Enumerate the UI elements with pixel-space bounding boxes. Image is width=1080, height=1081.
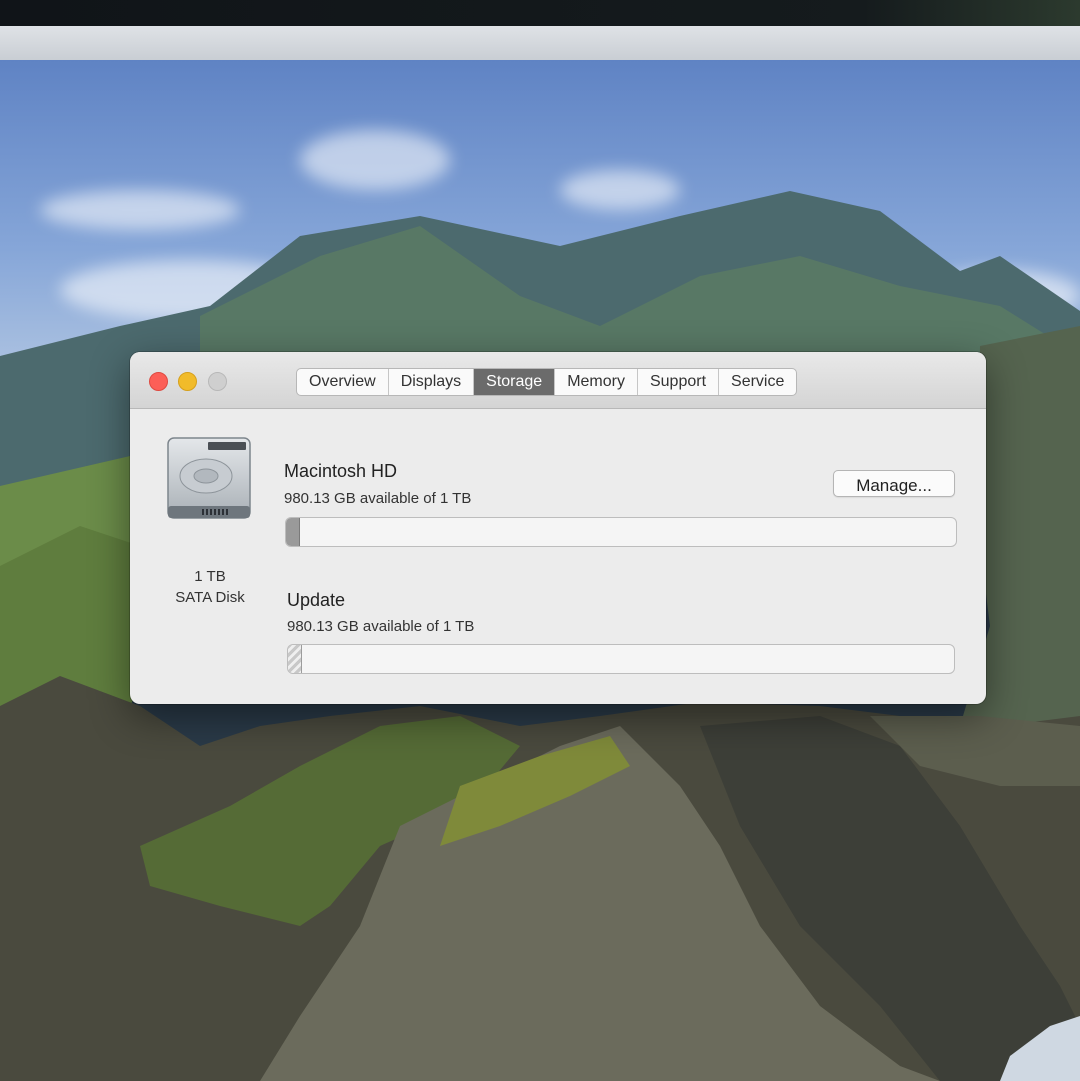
storage-usage-bar — [287, 644, 955, 674]
storage-usage-bar — [285, 517, 957, 547]
volume-availability: 980.13 GB available of 1 TB — [284, 490, 472, 507]
hard-disk-icon — [167, 437, 251, 519]
volume-name: Macintosh HD — [284, 461, 398, 481]
close-button[interactable] — [149, 372, 168, 391]
storage-pane: 1 TB SATA Disk Macintosh HD 980.13 GB av… — [130, 409, 986, 704]
tab-storage[interactable]: Storage — [474, 369, 556, 395]
minimize-button[interactable] — [178, 372, 197, 391]
tab-support[interactable]: Support — [638, 369, 720, 395]
volume-availability: 980.13 GB available of 1 TB — [287, 618, 475, 635]
storage-used-segment — [286, 518, 301, 546]
zoom-button — [208, 372, 227, 391]
tab-service[interactable]: Service — [719, 369, 796, 395]
tab-bar: Overview Displays Storage Memory Support… — [296, 368, 798, 396]
disk-capacity: 1 TB — [194, 568, 226, 585]
desktop: Overview Displays Storage Memory Support… — [0, 26, 1080, 1081]
volume-name: Update — [287, 590, 346, 610]
tab-memory[interactable]: Memory — [555, 369, 638, 395]
storage-used-segment — [288, 645, 303, 673]
about-this-mac-window: Overview Displays Storage Memory Support… — [130, 352, 986, 704]
disk-type: SATA Disk — [175, 589, 245, 606]
manage-button[interactable]: Manage... — [833, 470, 955, 497]
disk-caption: 1 TB SATA Disk — [152, 566, 268, 608]
tab-displays[interactable]: Displays — [389, 369, 475, 395]
title-bar[interactable]: Overview Displays Storage Memory Support… — [130, 352, 986, 409]
monitor-bezel — [0, 0, 1080, 26]
tab-overview[interactable]: Overview — [297, 369, 389, 395]
